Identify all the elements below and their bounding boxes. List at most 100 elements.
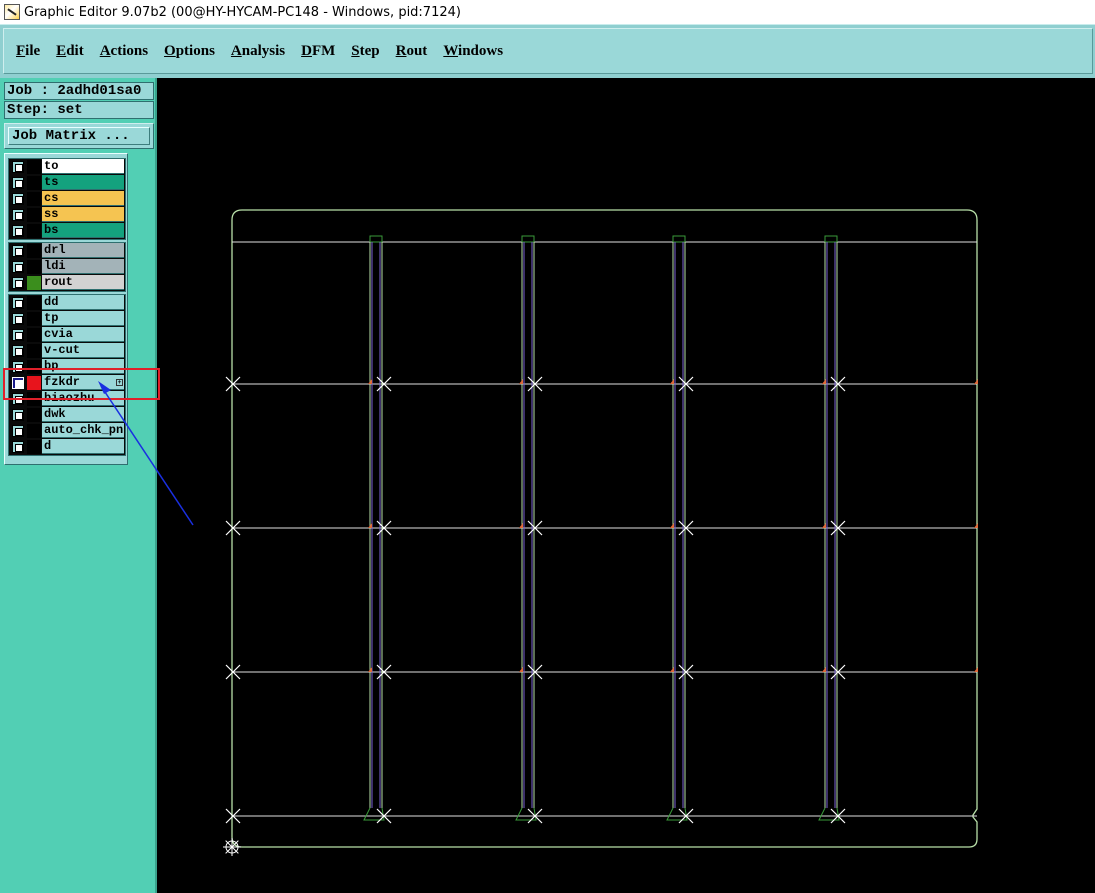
layer-checkbox[interactable] (12, 441, 24, 453)
layer-row-ts[interactable]: ts (9, 175, 125, 191)
layer-color-swatch[interactable] (27, 244, 41, 258)
layer-row-dd[interactable]: dd (9, 295, 125, 311)
layer-checkbox[interactable] (12, 277, 24, 289)
menu-dfm[interactable]: DFM (301, 43, 335, 60)
job-matrix-button[interactable]: Job Matrix ... (8, 127, 150, 145)
layer-checkbox[interactable] (12, 329, 24, 341)
layer-affected-icon: + (116, 379, 123, 386)
layer-name[interactable]: v-cut (42, 343, 124, 358)
layer-checkbox[interactable] (12, 161, 24, 173)
layer-row-d[interactable]: d (9, 439, 125, 455)
menu-bar: File Edit Actions Options Analysis DFM Step Rou… (3, 28, 1093, 74)
layer-color-swatch[interactable] (27, 192, 41, 206)
layer-color-swatch[interactable] (27, 424, 41, 438)
menu-rout[interactable]: Rout (396, 43, 428, 60)
rail-cap (369, 235, 383, 243)
menu-edit[interactable]: Edit (56, 43, 84, 60)
layer-color-swatch[interactable] (27, 276, 41, 290)
layer-name[interactable]: d (42, 439, 124, 454)
layer-name[interactable]: cs (42, 191, 124, 206)
menu-file[interactable]: File (16, 43, 40, 60)
layer-color-swatch[interactable] (27, 224, 41, 238)
layer-name[interactable]: bs (42, 223, 124, 238)
menu-step[interactable]: Step (351, 43, 379, 60)
layer-checkbox[interactable] (12, 245, 24, 257)
layer-checkbox[interactable] (12, 345, 24, 357)
layer-name[interactable]: drl (42, 243, 124, 258)
layer-name[interactable]: ts (42, 175, 124, 190)
job-matrix-frame: Job Matrix ... (4, 123, 154, 149)
layer-name[interactable]: biaozhu (42, 391, 124, 406)
layer-color-swatch[interactable] (27, 360, 41, 374)
layer-name[interactable]: fzkdr + (42, 375, 124, 390)
corner-marker (670, 379, 674, 384)
menu-options[interactable]: Options (164, 43, 215, 60)
layer-checkbox[interactable] (12, 425, 24, 437)
layer-color-swatch[interactable] (27, 160, 41, 174)
layer-color-swatch[interactable] (27, 328, 41, 342)
menu-analysis[interactable]: Analysis (231, 43, 285, 60)
layer-name[interactable]: ldi (42, 259, 124, 274)
layer-checkbox[interactable] (12, 225, 24, 237)
rail-cap (672, 235, 686, 243)
layer-checkbox[interactable] (12, 209, 24, 221)
layer-row-cvia[interactable]: cvia (9, 327, 125, 343)
layer-row-ss[interactable]: ss (9, 207, 125, 223)
layer-color-swatch[interactable] (27, 376, 41, 390)
layer-color-swatch[interactable] (27, 260, 41, 274)
layer-checkbox[interactable] (12, 177, 24, 189)
layer-row-ldi[interactable]: ldi (9, 259, 125, 275)
corner-marker (822, 379, 826, 384)
layer-row-cs[interactable]: cs (9, 191, 125, 207)
menu-windows[interactable]: Windows (443, 43, 503, 60)
menu-actions[interactable]: Actions (100, 43, 148, 60)
layer-name[interactable]: ss (42, 207, 124, 222)
layer-color-swatch[interactable] (27, 344, 41, 358)
layer-group: drl ldi rout (8, 242, 126, 292)
layer-row-fzkdr[interactable]: fzkdr + (9, 375, 125, 391)
layer-color-swatch[interactable] (27, 208, 41, 222)
menubar-frame: File Edit Actions Options Analysis DFM Step Rou… (0, 24, 1095, 78)
layer-color-swatch[interactable] (27, 440, 41, 454)
layer-row-biaozhu[interactable]: biaozhu (9, 391, 125, 407)
window-title: Graphic Editor 9.07b2 (00@HY-HYCAM-PC148… (24, 4, 461, 20)
rail-cap (521, 235, 535, 243)
layer-checkbox[interactable] (12, 261, 24, 273)
layer-color-swatch[interactable] (27, 392, 41, 406)
graphic-canvas[interactable] (157, 78, 1095, 893)
layer-name[interactable]: auto_chk_pn (42, 423, 124, 438)
layer-checkbox[interactable] (12, 377, 24, 389)
layer-name[interactable]: rout (42, 275, 124, 290)
layer-row-v-cut[interactable]: v-cut (9, 343, 125, 359)
layer-checkbox[interactable] (12, 313, 24, 325)
layer-checkbox[interactable] (12, 393, 24, 405)
layer-row-bp[interactable]: bp (9, 359, 125, 375)
layer-group: to ts cs ss bs (8, 158, 126, 240)
title-bar: Graphic Editor 9.07b2 (00@HY-HYCAM-PC148… (0, 0, 1095, 24)
layer-name[interactable]: cvia (42, 327, 124, 342)
layer-checkbox[interactable] (12, 409, 24, 421)
app-icon (4, 4, 20, 20)
layer-row-bs[interactable]: bs (9, 223, 125, 239)
layer-name[interactable]: tp (42, 311, 124, 326)
layer-row-drl[interactable]: drl (9, 243, 125, 259)
layer-name[interactable]: to (42, 159, 124, 174)
layer-color-swatch[interactable] (27, 312, 41, 326)
layer-row-dwk[interactable]: dwk (9, 407, 125, 423)
board-drawing (223, 209, 978, 856)
layer-row-tp[interactable]: tp (9, 311, 125, 327)
layer-row-auto_chk_pn[interactable]: auto_chk_pn (9, 423, 125, 439)
layer-name[interactable]: dwk (42, 407, 124, 422)
layer-checkbox[interactable] (12, 193, 24, 205)
layer-checkbox[interactable] (12, 297, 24, 309)
layer-checkbox[interactable] (12, 361, 24, 373)
layer-name[interactable]: dd (42, 295, 124, 310)
layer-row-to[interactable]: to (9, 159, 125, 175)
layer-color-swatch[interactable] (27, 176, 41, 190)
layer-row-rout[interactable]: rout (9, 275, 125, 291)
corner-marker (670, 523, 674, 528)
layer-color-swatch[interactable] (27, 408, 41, 422)
layer-name[interactable]: bp (42, 359, 124, 374)
layer-color-swatch[interactable] (27, 296, 41, 310)
corner-marker (974, 667, 978, 672)
